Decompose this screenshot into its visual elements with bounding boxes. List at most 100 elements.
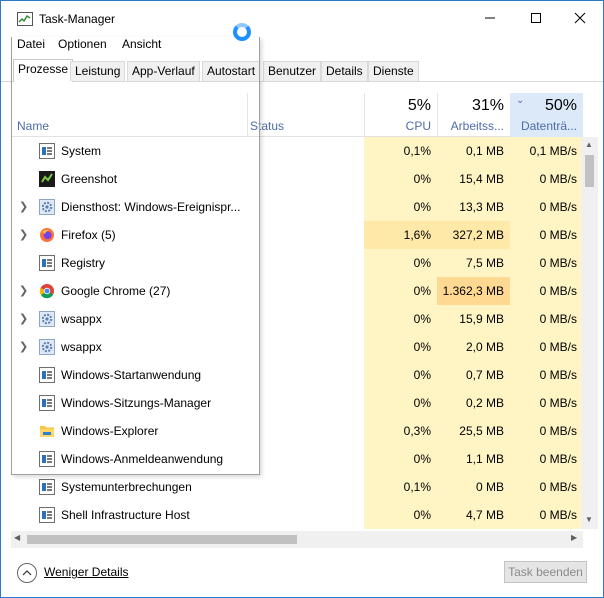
column-memory-label: Arbeitss...: [450, 119, 504, 133]
disk-value: 0 MB/s: [510, 389, 583, 417]
memory-value: 1,1 MB: [437, 445, 510, 473]
column-cpu[interactable]: 5% CPU: [364, 93, 437, 137]
expand-chevron-icon[interactable]: ❯: [19, 340, 28, 353]
column-name[interactable]: Name: [11, 93, 247, 137]
window-icon: [39, 367, 55, 383]
table-row[interactable]: Windows-Anmeldeanwendung 0% 1,1 MB 0 MB/s: [11, 445, 583, 473]
disk-value: 0 MB/s: [510, 501, 583, 529]
horizontal-scroll-thumb[interactable]: [27, 535, 297, 544]
task-manager-icon: [17, 12, 33, 26]
scroll-right-icon[interactable]: ▶: [571, 533, 577, 542]
tab-dienste[interactable]: Dienste: [368, 61, 419, 81]
close-button[interactable]: [557, 1, 603, 35]
tab-bar: Prozesse Leistung App-Verlauf Autostart …: [1, 59, 603, 82]
table-row[interactable]: Greenshot 0% 15,4 MB 0 MB/s: [11, 165, 583, 193]
memory-total-percent: 31%: [471, 97, 504, 114]
expand-chevron-icon[interactable]: ❯: [19, 312, 28, 325]
gear-icon: [39, 311, 55, 327]
vertical-scrollbar[interactable]: ▲ ▼: [581, 137, 598, 529]
table-row[interactable]: System 0,1% 0,1 MB 0,1 MB/s: [11, 137, 583, 165]
column-name-label: Name: [17, 119, 50, 133]
table-row[interactable]: ❯ wsappx 0% 15,9 MB 0 MB/s: [11, 305, 583, 333]
expand-chevron-icon[interactable]: ❯: [19, 200, 28, 213]
table-row[interactable]: ❯ Diensthost: Windows-Ereignispr... 0% 13,3…: [11, 193, 583, 221]
end-task-button[interactable]: Task beenden: [504, 561, 587, 583]
scroll-left-icon[interactable]: ◀: [14, 533, 20, 542]
fewer-details-link[interactable]: Weniger Details: [44, 565, 128, 579]
cpu-value: 0,1%: [364, 473, 437, 501]
cpu-value: 1,6%: [364, 221, 437, 249]
window-icon: [39, 479, 55, 495]
menu-datei[interactable]: Datei: [17, 37, 45, 51]
collapse-details-icon[interactable]: [17, 563, 37, 583]
column-status-label: Status: [250, 119, 285, 133]
cpu-value: 0%: [364, 333, 437, 361]
table-row[interactable]: ❯ Google Chrome (27) 0% 1.362,3 MB 0 MB/s: [11, 277, 583, 305]
title-bar[interactable]: Task-Manager: [1, 1, 603, 41]
memory-value: 15,4 MB: [437, 165, 510, 193]
footer-bar: Weniger Details Task beenden: [1, 553, 603, 597]
tab-details[interactable]: Details: [321, 61, 368, 81]
disk-value: 0,1 MB/s: [510, 137, 583, 165]
expand-chevron-icon[interactable]: ❯: [19, 284, 28, 297]
scroll-up-icon[interactable]: ▲: [585, 140, 593, 149]
cpu-value: 0%: [364, 277, 437, 305]
scroll-down-icon[interactable]: ▼: [585, 515, 593, 524]
table-row[interactable]: Windows-Sitzungs-Manager 0% 0,2 MB 0 MB/s: [11, 389, 583, 417]
memory-value: 0,7 MB: [437, 361, 510, 389]
tab-benutzer[interactable]: Benutzer: [263, 61, 322, 81]
disk-value: 0 MB/s: [510, 165, 583, 193]
cpu-value: 0%: [364, 165, 437, 193]
gear-icon: [39, 199, 55, 215]
vertical-scroll-thumb[interactable]: [585, 155, 594, 187]
tab-leistung[interactable]: Leistung: [70, 61, 126, 81]
process-name: Firefox (5): [61, 228, 116, 242]
table-row[interactable]: Windows-Startanwendung 0% 0,7 MB 0 MB/s: [11, 361, 583, 389]
disk-value: 0 MB/s: [510, 361, 583, 389]
memory-value: 0,1 MB: [437, 137, 510, 165]
process-name: Windows-Sitzungs-Manager: [61, 396, 212, 410]
disk-value: 0 MB/s: [510, 305, 583, 333]
cpu-value: 0%: [364, 305, 437, 333]
column-disk-label: Datenträ...: [520, 119, 577, 133]
tab-app-verlauf[interactable]: App-Verlauf: [127, 61, 200, 81]
window-icon: [39, 255, 55, 271]
process-name: Greenshot: [61, 172, 118, 186]
menu-optionen[interactable]: Optionen: [58, 37, 107, 51]
memory-value: 15,9 MB: [437, 305, 510, 333]
column-memory[interactable]: 31% Arbeitss...: [437, 93, 510, 137]
tab-autostart[interactable]: Autostart: [202, 61, 261, 81]
greenshot-icon: [39, 171, 55, 187]
menu-ansicht[interactable]: Ansicht: [122, 37, 161, 51]
chrome-icon: [39, 283, 55, 299]
disk-value: 0 MB/s: [510, 249, 583, 277]
table-row[interactable]: Windows-Explorer 0,3% 25,5 MB 0 MB/s: [11, 417, 583, 445]
cpu-value: 0%: [364, 249, 437, 277]
memory-value: 7,5 MB: [437, 249, 510, 277]
process-name: wsappx: [61, 312, 102, 326]
cpu-value: 0%: [364, 445, 437, 473]
maximize-button[interactable]: [513, 1, 559, 35]
expand-chevron-icon[interactable]: ❯: [19, 228, 28, 241]
disk-total-percent: 50%: [544, 97, 577, 114]
column-disk[interactable]: ⌄ 50% Datenträ...: [510, 93, 583, 137]
process-name: Google Chrome (27): [61, 284, 171, 298]
minimize-button[interactable]: [467, 1, 513, 35]
tab-prozesse[interactable]: Prozesse: [13, 59, 74, 82]
table-row[interactable]: Registry 0% 7,5 MB 0 MB/s: [11, 249, 583, 277]
table-row[interactable]: ❯ Firefox (5) 1,6% 327,2 MB 0 MB/s: [11, 221, 583, 249]
disk-value: 0 MB/s: [510, 417, 583, 445]
process-name: wsappx: [61, 340, 102, 354]
memory-value: 2,0 MB: [437, 333, 510, 361]
gear-icon: [39, 339, 55, 355]
memory-value: 1.362,3 MB: [437, 277, 510, 305]
folder-icon: [39, 423, 55, 439]
table-row[interactable]: ❯ wsappx 0% 2,0 MB 0 MB/s: [11, 333, 583, 361]
column-status[interactable]: Status: [248, 93, 364, 137]
horizontal-scrollbar[interactable]: ◀ ▶: [11, 531, 583, 548]
window-title: Task-Manager: [39, 12, 116, 26]
sort-descending-icon: ⌄: [516, 95, 525, 106]
table-row[interactable]: Systemunterbrechungen 0,1% 0 MB 0 MB/s: [11, 473, 583, 501]
table-row[interactable]: Shell Infrastructure Host 0% 4,7 MB 0 MB/s: [11, 501, 583, 529]
memory-value: 13,3 MB: [437, 193, 510, 221]
